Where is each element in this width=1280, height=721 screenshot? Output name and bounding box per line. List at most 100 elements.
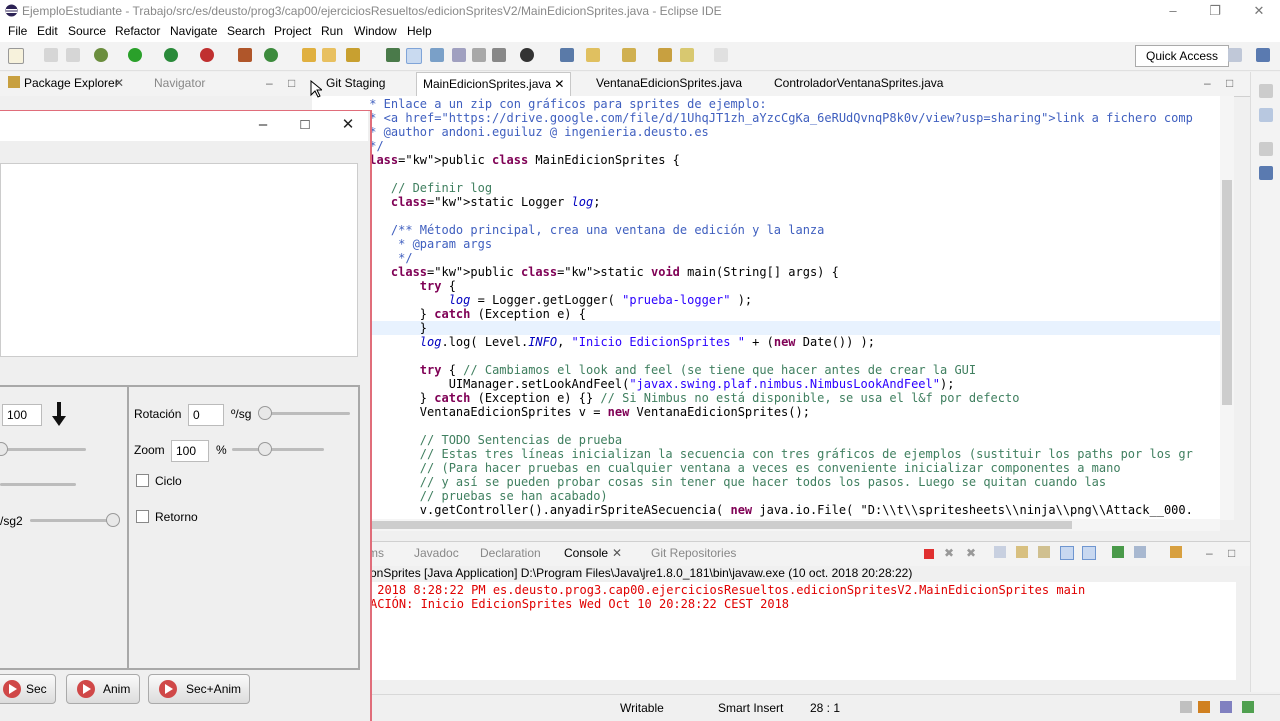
- tab-ventana-edicion-sprites[interactable]: VentanaEdicionSprites.java: [590, 72, 748, 96]
- heap-icon[interactable]: [1220, 701, 1232, 713]
- prev-annotation-icon[interactable]: [622, 48, 636, 62]
- tab-console[interactable]: Console: [564, 546, 608, 560]
- last-edit-icon[interactable]: [658, 48, 672, 62]
- swing-maximize-button[interactable]: □: [283, 111, 327, 139]
- new-icon[interactable]: [8, 48, 24, 64]
- minimize-button[interactable]: –: [1150, 0, 1196, 22]
- menu-window[interactable]: Window: [354, 24, 397, 38]
- maximize-button[interactable]: ❐: [1192, 0, 1238, 22]
- menu-file[interactable]: File: [8, 24, 27, 38]
- show-stderr-icon[interactable]: [1082, 546, 1096, 560]
- tab-javadoc[interactable]: Javadoc: [414, 546, 459, 560]
- word-wrap-icon[interactable]: [1038, 546, 1050, 558]
- menu-source[interactable]: Source: [68, 24, 106, 38]
- rotation-field[interactable]: 0: [188, 404, 224, 426]
- display-console-icon[interactable]: [1134, 546, 1146, 558]
- close-icon[interactable]: ✕: [554, 77, 564, 91]
- progress-icon[interactable]: [1180, 701, 1192, 713]
- menu-search[interactable]: Search: [227, 24, 265, 38]
- forward-icon[interactable]: [714, 48, 728, 62]
- tab-controlador-ventana-sprites[interactable]: ControladorVentanaSprites.java: [768, 72, 949, 96]
- remove-launch-icon[interactable]: ✖: [944, 546, 954, 560]
- scroll-lock-icon[interactable]: [1016, 546, 1028, 558]
- quick-access-field[interactable]: Quick Access: [1135, 45, 1229, 67]
- pin-icon[interactable]: [560, 48, 574, 62]
- next-annotation-icon[interactable]: [586, 48, 600, 62]
- tab-main-edicion-sprites[interactable]: MainEdicionSprites.java ✕: [416, 72, 572, 97]
- new-class-icon[interactable]: [264, 48, 278, 62]
- slider-knob[interactable]: [106, 513, 120, 527]
- menu-refactor[interactable]: Refactor: [115, 24, 160, 38]
- coverage-icon[interactable]: [164, 48, 178, 62]
- minimize-editor-icon[interactable]: –: [1204, 76, 1211, 90]
- menu-edit[interactable]: Edit: [37, 24, 58, 38]
- minimize-console-icon[interactable]: –: [1206, 546, 1213, 560]
- remove-all-icon[interactable]: ✖: [966, 546, 976, 560]
- back-icon[interactable]: [680, 48, 694, 62]
- save-icon[interactable]: [44, 48, 58, 62]
- git-icon[interactable]: [520, 48, 534, 62]
- console-output[interactable]: 2018 8:28:22 PM es.deusto.prog3.cap00.ej…: [370, 582, 1236, 680]
- terminate-icon[interactable]: [924, 549, 934, 559]
- debug-icon[interactable]: [94, 48, 108, 62]
- restore-icon[interactable]: [1259, 84, 1273, 98]
- new-java-project-icon[interactable]: [238, 48, 252, 62]
- zoom-field[interactable]: 100: [171, 440, 209, 462]
- tab-git-staging[interactable]: Git Staging: [320, 72, 391, 96]
- speed-field[interactable]: 100: [2, 404, 42, 426]
- menu-help[interactable]: Help: [407, 24, 432, 38]
- play-animation-button[interactable]: Anim: [66, 674, 140, 704]
- swing-minimize-button[interactable]: –: [241, 111, 285, 139]
- java-perspective-icon[interactable]: [1256, 48, 1270, 62]
- highlight-icon[interactable]: [406, 48, 422, 64]
- swing-close-button[interactable]: ✕: [326, 111, 370, 139]
- retorno-checkbox[interactable]: [136, 510, 149, 523]
- open-perspective-icon[interactable]: [1228, 48, 1242, 62]
- code-editor[interactable]: * Enlace a un zip con gráficos para spri…: [312, 96, 1220, 520]
- menu-run[interactable]: Run: [321, 24, 343, 38]
- maximize-view-icon[interactable]: □: [288, 76, 295, 90]
- tab-declaration[interactable]: Declaration: [480, 546, 541, 560]
- task-list-icon[interactable]: [1259, 166, 1273, 180]
- open-folder-icon[interactable]: [322, 48, 336, 62]
- git-status-icon[interactable]: [1198, 701, 1210, 713]
- show-stdout-icon[interactable]: [1060, 546, 1074, 560]
- sync-icon[interactable]: [1242, 701, 1254, 713]
- save-all-icon[interactable]: [66, 48, 80, 62]
- rotation-slider-knob[interactable]: [258, 406, 272, 420]
- close-icon[interactable]: ✕: [114, 76, 124, 90]
- code-line: * <a href="https://drive.google.com/file…: [362, 111, 1193, 125]
- outline-icon[interactable]: [1259, 108, 1273, 122]
- editor-vscroll-thumb[interactable]: [1222, 180, 1232, 405]
- play-sequence-button[interactable]: Sec: [0, 674, 56, 704]
- run-icon[interactable]: [128, 48, 142, 62]
- toggle-mark-icon[interactable]: [386, 48, 400, 62]
- tab-package-explorer[interactable]: Package Explorer: [24, 76, 119, 90]
- search-icon[interactable]: [346, 48, 360, 62]
- open-console-icon[interactable]: [1170, 546, 1182, 558]
- clear-console-icon[interactable]: [994, 546, 1006, 558]
- show-whitespace-icon[interactable]: [452, 48, 466, 62]
- menu-project[interactable]: Project: [274, 24, 311, 38]
- block-select-icon[interactable]: [430, 48, 444, 62]
- ciclo-checkbox[interactable]: [136, 474, 149, 487]
- tab-navigator[interactable]: Navigator: [154, 76, 205, 90]
- maximize-console-icon[interactable]: □: [1228, 546, 1235, 560]
- close-button[interactable]: ✕: [1236, 0, 1280, 22]
- package-explorer-icon: [8, 76, 20, 88]
- maximize-editor-icon[interactable]: □: [1226, 76, 1233, 90]
- external-tools-icon[interactable]: [200, 48, 214, 62]
- menu-navigate[interactable]: Navigate: [170, 24, 217, 38]
- pilcrow-icon[interactable]: [492, 48, 506, 62]
- tab-git-repositories[interactable]: Git Repositories: [651, 546, 736, 560]
- play-sequence-animation-button[interactable]: Sec+Anim: [148, 674, 250, 704]
- editor-hscroll-thumb[interactable]: [372, 521, 1072, 529]
- open-type-icon[interactable]: [302, 48, 316, 62]
- pin-console-icon[interactable]: [1112, 546, 1124, 558]
- sprite-sequence-list[interactable]: [0, 163, 358, 357]
- close-icon[interactable]: ✕: [612, 546, 622, 560]
- minimize-view-icon[interactable]: –: [266, 76, 273, 90]
- zoom-slider-knob[interactable]: [258, 442, 272, 456]
- restore-icon[interactable]: [1259, 142, 1273, 156]
- format-icon[interactable]: [472, 48, 486, 62]
